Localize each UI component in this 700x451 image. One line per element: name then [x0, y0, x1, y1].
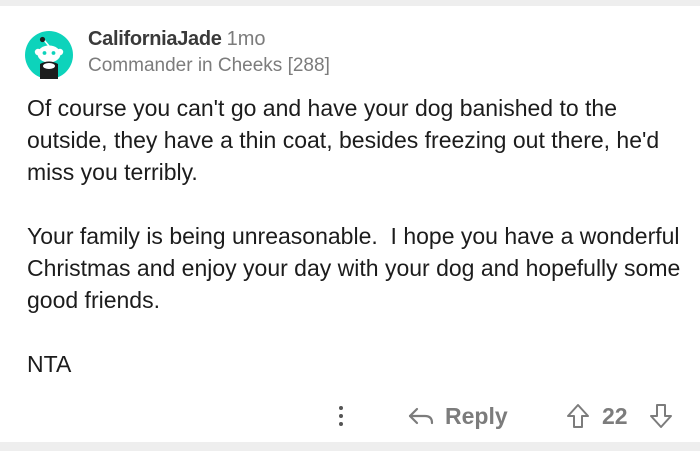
- upvote-button[interactable]: [565, 402, 591, 430]
- snoo-avatar-icon: [25, 31, 73, 79]
- more-vertical-icon: [339, 406, 343, 426]
- reply-arrow-icon: [408, 407, 434, 425]
- author-line: CaliforniaJade 1mo: [88, 26, 266, 52]
- comment-actions: Reply 22: [0, 396, 700, 436]
- user-flair: Commander in Cheeks [288]: [88, 55, 330, 76]
- author-name[interactable]: CaliforniaJade: [88, 28, 222, 50]
- downvote-arrow-icon: [650, 404, 672, 428]
- comment-paragraph: NTA: [27, 351, 72, 377]
- reply-button[interactable]: Reply: [407, 400, 508, 432]
- comment-paragraph: Your family is being unreasonable. I hop…: [27, 223, 687, 313]
- upvote-arrow-icon: [567, 404, 589, 428]
- avatar[interactable]: [25, 31, 73, 79]
- downvote-button[interactable]: [648, 402, 674, 430]
- comment-time: 1mo: [226, 28, 266, 50]
- comment-paragraph: Of course you can't go and have your dog…: [27, 95, 666, 185]
- comment: CaliforniaJade 1mo Commander in Cheeks [2…: [0, 6, 700, 442]
- more-options-button[interactable]: [331, 402, 351, 430]
- reply-label: Reply: [445, 402, 508, 429]
- comment-body: Of course you can't go and have your dog…: [27, 92, 692, 412]
- vote-score: 22: [602, 403, 628, 429]
- bottom-divider: [0, 442, 700, 451]
